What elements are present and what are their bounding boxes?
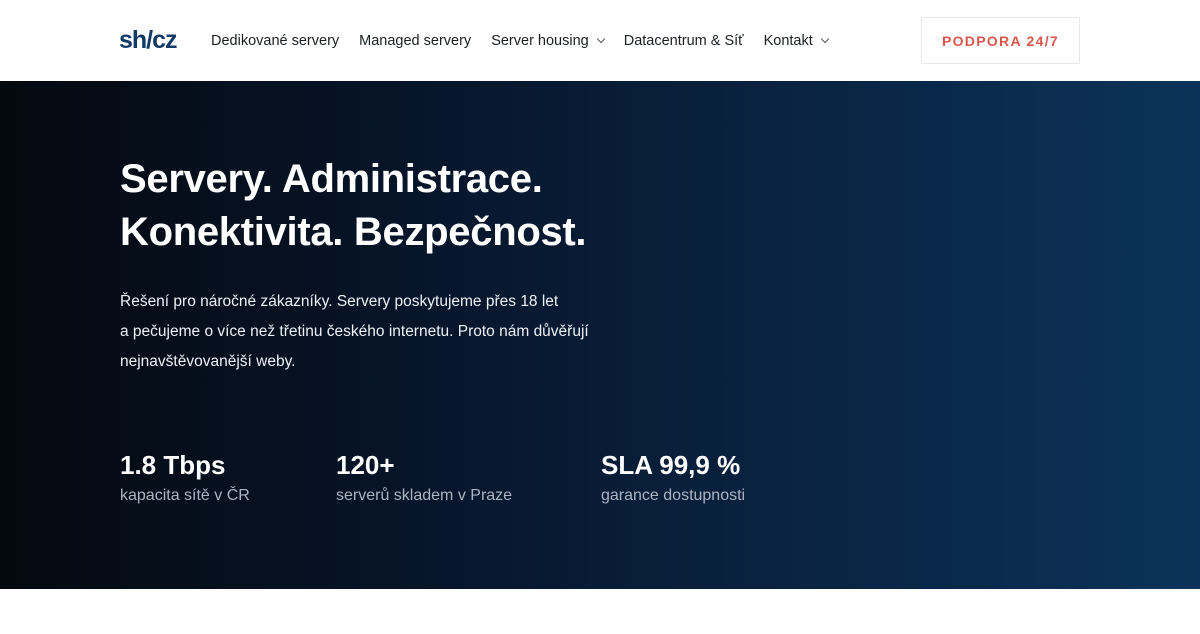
logo[interactable]: sh/cz <box>119 27 178 53</box>
nav-item-managed-servers[interactable]: Managed servery <box>359 30 471 52</box>
nav-item-label: Dedikované servery <box>211 33 340 49</box>
stat-value: SLA 99,9 % <box>601 450 741 480</box>
content-area <box>0 589 1200 634</box>
nav-item-datacenter-network[interactable]: Datacentrum & Síť <box>624 30 744 52</box>
nav-item-contact[interactable]: Kontakt <box>763 30 830 52</box>
stat-sla: SLA 99,9 % garance dostupnosti <box>601 448 745 510</box>
hero-title-line: Konektivita. Bezpečnost. <box>120 210 587 254</box>
site-header: sh/cz Dedikované servery Managed servery… <box>0 0 1200 81</box>
hero-title-line: Servery. Administrace. <box>120 157 543 201</box>
stat-value: 1.8 Tbps <box>120 450 226 480</box>
nav-item-server-housing[interactable]: Server housing <box>491 30 605 52</box>
main-nav: Dedikované servery Managed servery Serve… <box>211 30 848 52</box>
nav-item-dedicated-servers[interactable]: Dedikované servery <box>211 30 339 52</box>
hero-description-line: Řešení pro náročné zákazníky. Servery po… <box>120 293 559 310</box>
hero-description-line: nejnavštěvovanější weby. <box>120 353 296 370</box>
stat-label: garance dostupnosti <box>601 487 746 504</box>
chevron-down-icon <box>596 34 605 44</box>
stat-label: serverů skladem v Praze <box>336 487 513 504</box>
hero-title: Servery. Administrace. Konektivita. Bezp… <box>120 153 587 259</box>
hero-section: Servery. Administrace. Konektivita. Bezp… <box>0 81 1200 589</box>
support-button[interactable]: PODPORA 24/7 <box>921 17 1080 64</box>
nav-item-label: Datacentrum & Síť <box>623 33 744 49</box>
hero-description: Řešení pro náročné zákazníky. Servery po… <box>120 287 660 377</box>
stat-label: kapacita sítě v ČR <box>120 487 250 504</box>
nav-item-label: Managed servery <box>359 33 472 49</box>
stat-servers-in-stock: 120+ serverů skladem v Praze <box>336 448 512 510</box>
hero-description-line: a pečujeme o více než třetinu českého in… <box>120 323 589 340</box>
chevron-down-icon <box>820 34 830 44</box>
stat-value: 120+ <box>336 450 395 480</box>
nav-item-label: Kontakt <box>763 33 813 49</box>
nav-item-label: Server housing <box>491 33 589 49</box>
stat-network-capacity: 1.8 Tbps kapacita sítě v ČR <box>120 448 250 510</box>
